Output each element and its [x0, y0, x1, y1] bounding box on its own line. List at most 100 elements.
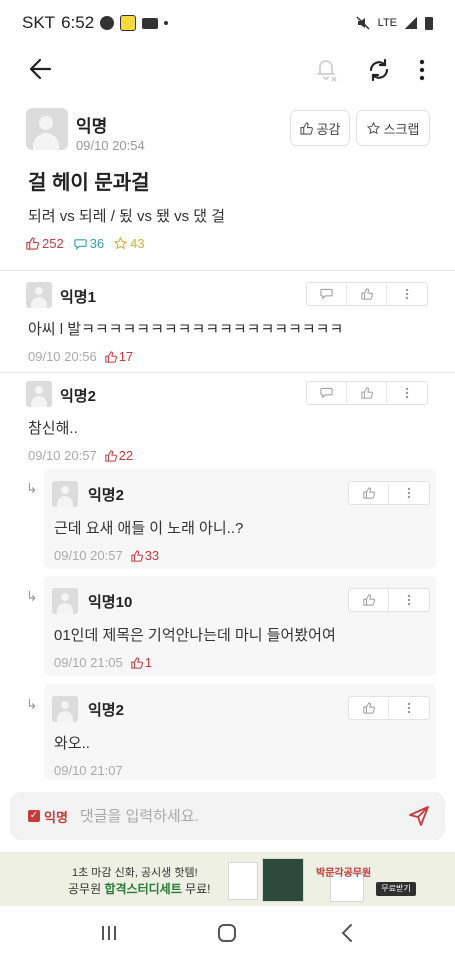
like-post-button[interactable]: 공감 [290, 110, 350, 146]
more-vertical-icon [405, 288, 409, 300]
reply-meta: 09/10 21:05 1 [54, 655, 152, 670]
comment-date: 09/10 20:57 [28, 448, 97, 463]
post-title: 걸 헤이 문과걸 [28, 172, 150, 194]
reply-item: 익명2 근데 요새 애들 이 노래 아니..? 09/10 20:57 33 [44, 469, 436, 569]
comment-more-button[interactable] [387, 283, 427, 305]
more-vertical-icon [407, 594, 411, 606]
comment-bubble-icon [74, 239, 87, 250]
comment-input[interactable] [79, 807, 380, 825]
like-reply-button[interactable] [349, 482, 389, 504]
ad-book-image [228, 862, 258, 900]
thumbs-up-icon [299, 121, 313, 135]
thumbs-up-icon [362, 702, 375, 714]
home-button[interactable] [214, 922, 240, 944]
ad-subline: 공무원 합격스터디세트 무료! [68, 880, 211, 897]
thumbs-up-icon [131, 656, 143, 669]
reply-button[interactable] [307, 382, 347, 404]
divider [0, 270, 455, 271]
reply-actions [348, 481, 430, 505]
reply-actions [348, 696, 430, 720]
reply-author: 익명10 [88, 594, 133, 611]
reply-like-count: 33 [144, 548, 160, 563]
comment-like-stat: 17 [105, 349, 133, 364]
reply-more-button[interactable] [389, 697, 429, 719]
reply-more-button[interactable] [389, 482, 429, 504]
ad-book-image [262, 858, 304, 902]
comment-text: 아씨 l 발ㅋㅋㅋㅋㅋㅋㅋㅋㅋㅋㅋㅋㅋㅋㅋㅋㅋㅋㅋ [28, 321, 344, 338]
back-button[interactable] [334, 922, 360, 944]
comment-meta: 09/10 20:57 22 [28, 448, 133, 463]
divider [0, 372, 455, 373]
notification-off-icon[interactable] [312, 55, 340, 83]
ad-banner[interactable]: 1초 마감 신화, 공시생 핫템! 공무원 합격스터디세트 무료! 박문각공무원… [0, 852, 455, 906]
reply-button[interactable] [307, 283, 347, 305]
ad-brand-logo: 박문각공무원 [316, 868, 372, 879]
comment-more-button[interactable] [387, 382, 427, 404]
home-icon [218, 924, 236, 942]
notification-dot-icon [164, 21, 169, 25]
like-comment-button[interactable] [347, 382, 387, 404]
ad-cta-button[interactable]: 무료받기 [376, 882, 416, 896]
comment-item: 익명1 아씨 l 발ㅋㅋㅋㅋㅋㅋㅋㅋㅋㅋㅋㅋㅋㅋㅋㅋㅋㅋㅋ 09/10 20:5… [0, 282, 455, 370]
more-vertical-icon [405, 387, 409, 399]
like-reply-button[interactable] [349, 697, 389, 719]
post-comment-count: 36 [89, 236, 105, 251]
post-header: 익명 09/10 20:54 공감 스크랩 [26, 108, 430, 158]
reply-item: 익명2 와오.. 09/10 21:07 [44, 684, 436, 780]
app-bar [0, 46, 455, 92]
comment-item: 익명2 참신해.. 09/10 20:57 22 [0, 381, 455, 469]
refresh-icon[interactable] [364, 55, 394, 85]
reply-date: 09/10 21:07 [54, 763, 123, 778]
anonymous-checkbox[interactable]: ✓ [28, 810, 40, 822]
anonymous-label[interactable]: 익명 [44, 807, 68, 826]
thumbs-up-icon [362, 487, 375, 499]
star-icon [366, 121, 380, 134]
avatar [52, 481, 78, 507]
send-icon[interactable] [407, 804, 431, 828]
post-scrap-stat: 43 [114, 236, 145, 251]
avatar [52, 588, 78, 614]
post-body: 되려 vs 되레 / 됬 vs 됐 vs 댔 걸 [28, 208, 226, 225]
like-comment-button[interactable] [347, 283, 387, 305]
comment-bubble-icon [320, 387, 333, 399]
scrap-post-label: 스크랩 [383, 121, 420, 137]
avatar [52, 696, 78, 722]
recent-apps-button[interactable] [96, 922, 122, 944]
avatar [26, 381, 52, 407]
back-chevron-icon [341, 924, 352, 942]
scrap-post-button[interactable]: 스크랩 [356, 110, 430, 146]
comment-text: 참신해.. [28, 420, 78, 437]
post-stats: 252 36 43 [26, 236, 145, 251]
kakao-icon [120, 15, 137, 31]
post-like-count: 252 [42, 236, 64, 251]
reply-actions [348, 588, 430, 612]
like-reply-button[interactable] [349, 589, 389, 611]
thumbs-up-icon [26, 237, 39, 250]
battery-icon [425, 16, 433, 30]
more-vertical-icon[interactable] [412, 55, 432, 85]
reply-author: 익명2 [88, 487, 124, 504]
comment-like-count: 22 [118, 448, 134, 463]
comment-actions [306, 381, 428, 405]
recent-apps-icon [102, 926, 116, 940]
comment-meta: 09/10 20:56 17 [28, 349, 133, 364]
signal-icon [405, 17, 417, 29]
reply-arrow-icon: ↳ [26, 480, 38, 496]
comment-like-count: 17 [118, 349, 134, 364]
network-type-label: LTE [377, 17, 397, 29]
reply-more-button[interactable] [389, 589, 429, 611]
reply-date: 09/10 21:05 [54, 655, 123, 670]
thumbs-up-icon [105, 350, 117, 363]
reply-meta: 09/10 20:57 33 [54, 548, 159, 563]
carrier-label: SKT [22, 13, 56, 32]
more-vertical-icon [407, 487, 411, 499]
reply-like-stat: 1 [131, 655, 152, 670]
post-comment-stat: 36 [74, 236, 104, 251]
reply-text: 와오.. [54, 735, 90, 752]
thumbs-up-icon [362, 594, 375, 606]
back-arrow-icon[interactable] [26, 56, 54, 82]
reply-arrow-icon: ↳ [26, 588, 38, 604]
star-icon [114, 237, 128, 250]
comment-like-stat: 22 [105, 448, 133, 463]
reply-like-count: 1 [144, 655, 152, 670]
